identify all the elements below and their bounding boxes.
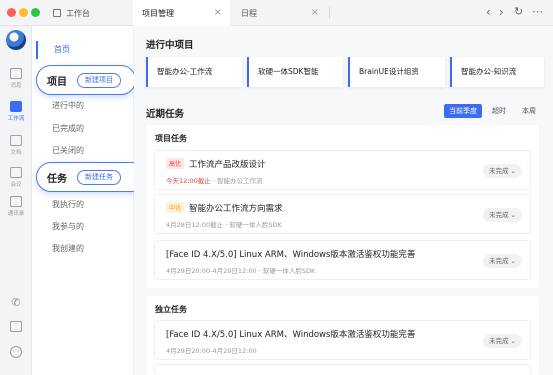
sidebar-item-home[interactable]: 首页 (36, 41, 132, 59)
task-meta: 4月28日12:00截止 · 软硬一体人脸SDK (166, 221, 282, 229)
task-card[interactable]: 高优 工作流产品改版设计 今天12:00截止 · 智能办公工作流 未完成 ⌄ (154, 150, 531, 190)
minimize-window-button[interactable] (19, 8, 28, 17)
chevron-down-icon: ⌄ (510, 167, 516, 175)
task-section-title: 任务 (47, 173, 67, 185)
task-section-highlight: 任务 新建任务 (36, 162, 146, 192)
task-due: 今天12:00截止 (166, 177, 211, 185)
task-card[interactable]: [Face ID 4.X/5.0] Linux ARM、Windows版本激活鉴… (154, 320, 531, 360)
chevron-down-icon: ⌄ (510, 337, 516, 345)
recent-tasks-title: 近期任务 (146, 109, 185, 120)
tab-label: 工作台 (66, 8, 90, 18)
project-card[interactable]: 智能办公-工作流 (146, 57, 242, 87)
chevron-down-icon: ⌄ (510, 257, 516, 265)
chat-icon (10, 68, 22, 79)
rail-item-contacts[interactable]: 通讯录 (0, 196, 32, 217)
close-window-button[interactable] (7, 8, 16, 17)
status-dropdown[interactable]: 未完成 ⌄ (482, 208, 522, 222)
zoom-window-button[interactable] (31, 8, 40, 17)
project-section-title: 项目 (47, 76, 67, 88)
close-icon[interactable]: × (311, 7, 319, 18)
task-title: 工作流产品改版设计 (189, 160, 266, 170)
task-meta: 4月29日20:00-4月29日12:00 · 软硬一体人脸SDK (166, 267, 316, 275)
sidebar-item-participating[interactable]: 我参与的 (52, 221, 84, 232)
rail-item-workflow[interactable]: 工作流 (0, 101, 32, 122)
task-title: [Face ID 4.X/5.0] Linux ARM、Windows版本激活鉴… (166, 330, 416, 340)
forward-icon[interactable]: › (499, 5, 504, 19)
tab-label: 日程 (241, 8, 257, 18)
more-circle-icon[interactable]: ⋯ (0, 346, 32, 358)
video-icon (10, 167, 22, 178)
task-card[interactable]: [Face ID 4.X/5.0] Linux ARM、Windows版本激活鉴… (154, 240, 531, 280)
app-rail: 消息 工作流 文档 会议 通讯录 ✆ ⋯ (0, 26, 32, 375)
priority-badge: 中优 (166, 202, 185, 213)
project-card[interactable]: BrainUE设计组资 (348, 57, 445, 87)
new-task-button[interactable]: 新建任务 (77, 169, 121, 185)
sidebar-item-executing[interactable]: 我执行的 (52, 199, 84, 210)
contacts-icon (10, 196, 22, 207)
workflow-icon (10, 101, 22, 112)
close-icon[interactable]: × (214, 7, 222, 18)
filter-overdue[interactable]: 超时 (485, 104, 513, 118)
more-icon[interactable]: ⋯ (532, 5, 543, 18)
task-meta: · 智能办公工作流 (212, 177, 263, 185)
task-card[interactable] (154, 364, 531, 375)
project-tasks-title: 项目任务 (155, 134, 187, 143)
sidebar-item-completed[interactable]: 已完成的 (52, 123, 84, 134)
task-title: [Face ID 4.X/5.0] Linux ARM、Windows版本激活鉴… (166, 250, 416, 260)
filter-this-week[interactable]: 本周 (515, 104, 543, 118)
rail-item-messages[interactable]: 消息 (0, 68, 32, 89)
document-icon (10, 135, 22, 146)
box-icon[interactable] (0, 321, 32, 332)
priority-badge: 高优 (166, 158, 185, 169)
task-title: 智能办公工作流方向需求 (189, 204, 283, 214)
status-dropdown[interactable]: 未完成 ⌄ (482, 334, 522, 348)
refresh-icon[interactable]: ↻ (514, 5, 523, 18)
sidebar-item-created[interactable]: 我创建的 (52, 243, 84, 254)
project-section-highlight: 项目 新建项目 (36, 65, 136, 95)
tab-label: 项目管理 (142, 8, 174, 18)
tab-divider (329, 7, 330, 19)
avatar[interactable] (6, 30, 26, 50)
task-card[interactable]: 中优 智能办公工作流方向需求 4月28日12:00截止 · 软硬一体人脸SDK 未… (154, 194, 531, 234)
tab-schedule[interactable]: 日程 × (232, 0, 327, 26)
chevron-down-icon: ⌄ (510, 211, 516, 219)
sidebar-item-closed[interactable]: 已关闭的 (52, 145, 84, 156)
back-icon[interactable]: ‹ (486, 5, 491, 19)
rail-item-docs[interactable]: 文档 (0, 135, 32, 156)
tab-project-management[interactable]: 项目管理 × (133, 0, 230, 26)
sidebar-item-in-progress[interactable]: 进行中的 (52, 100, 84, 111)
task-meta: 4月29日20:00-4月29日12:00 (166, 347, 257, 355)
title-bar: 工作台 项目管理 × 日程 × ‹ › ↻ ⋯ (0, 0, 553, 26)
independent-tasks-title: 独立任务 (155, 305, 187, 314)
status-dropdown[interactable]: 未完成 ⌄ (482, 254, 522, 268)
tab-workbench[interactable]: 工作台 (44, 0, 132, 26)
new-project-button[interactable]: 新建项目 (77, 72, 121, 88)
phone-icon[interactable]: ✆ (0, 296, 32, 309)
project-card[interactable]: 软硬一体SDK智能 (247, 57, 343, 87)
grid-icon (53, 9, 61, 17)
status-dropdown[interactable]: 未完成 ⌄ (482, 164, 522, 178)
project-card[interactable]: 智能办公-知识流 (450, 57, 544, 87)
rail-item-meetings[interactable]: 会议 (0, 167, 32, 188)
ongoing-projects-title: 进行中项目 (146, 40, 194, 51)
filter-current-quarter[interactable]: 当前季度 (444, 104, 482, 118)
